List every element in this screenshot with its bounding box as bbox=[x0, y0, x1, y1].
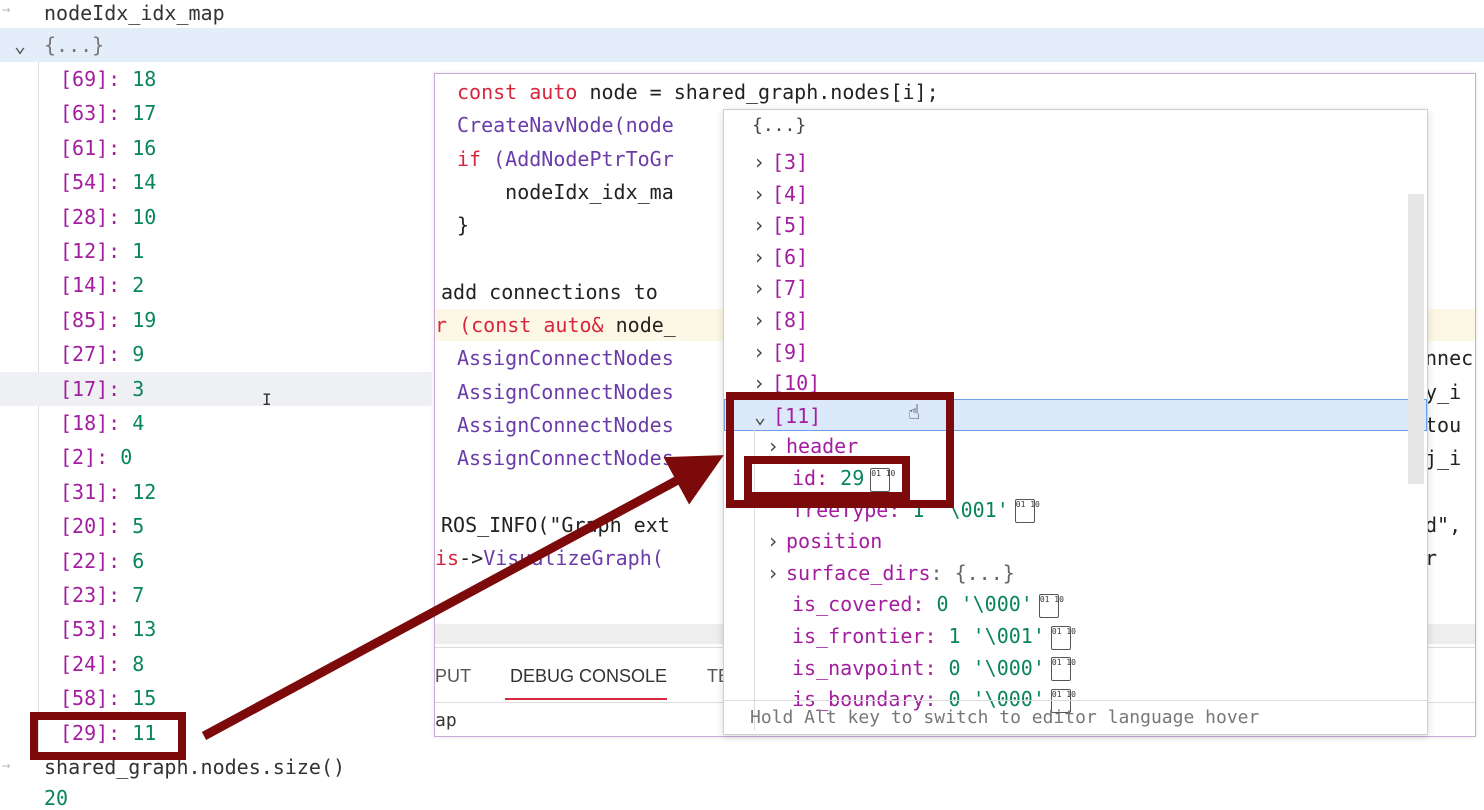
annotation-arrow bbox=[201, 455, 724, 740]
